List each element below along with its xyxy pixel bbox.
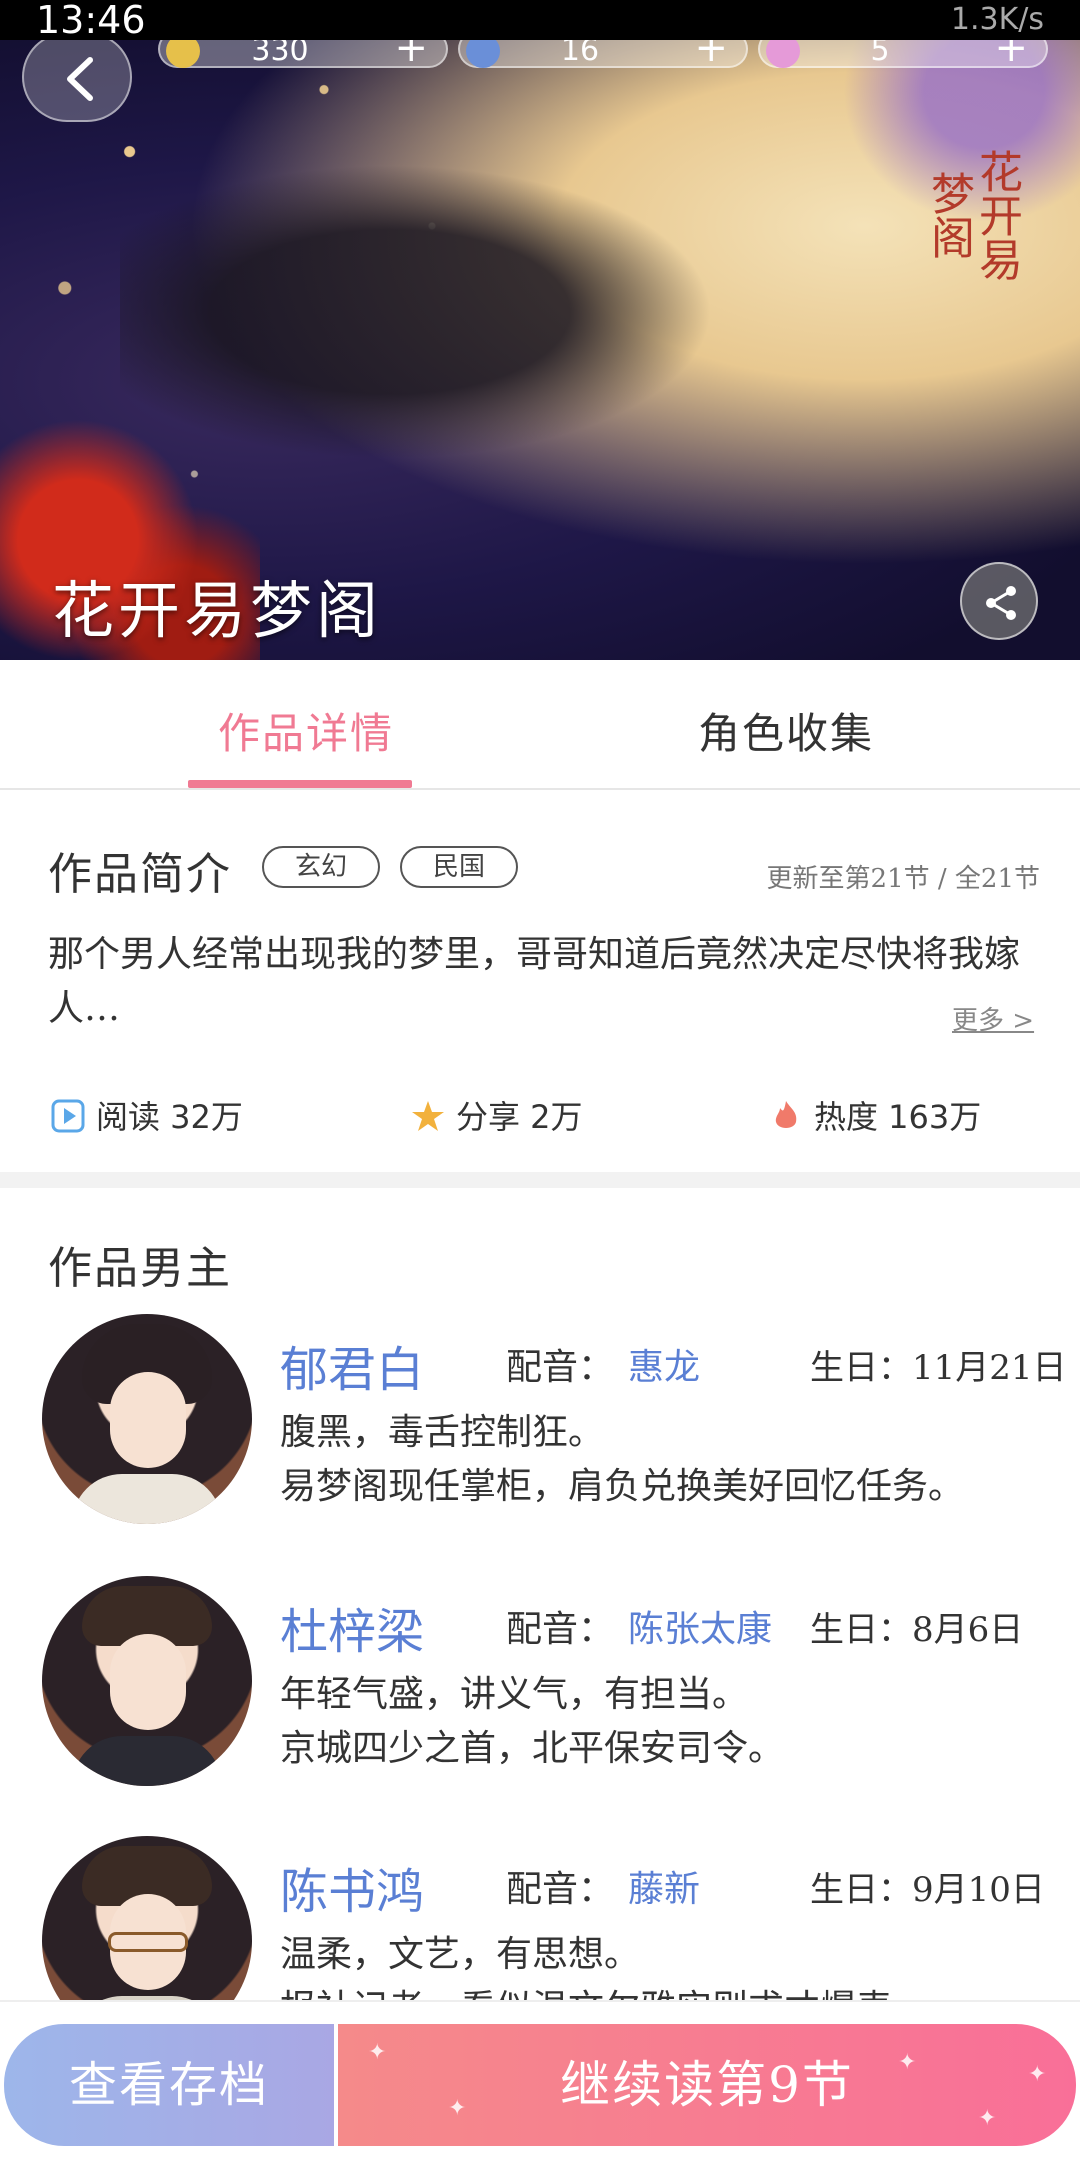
share-icon xyxy=(986,586,1016,620)
male-leads-heading: 作品男主 xyxy=(48,1243,232,1294)
continue-reading-label: 继续读第9节 xyxy=(560,2056,854,2114)
character-avatar[interactable] xyxy=(42,1836,252,2000)
tab-character-collection[interactable]: 角色收集 xyxy=(698,700,874,761)
intro-heading: 作品简介 xyxy=(48,849,232,900)
continue-reading-button[interactable]: ✦ ✦ ✦ ✦ ✦ 继续读第9节 xyxy=(338,2024,1076,2146)
description-line: 温柔，文艺，有思想。 xyxy=(280,1934,641,1975)
back-button[interactable] xyxy=(22,32,132,122)
bottom-action-bar: 查看存档 ✦ ✦ ✦ ✦ ✦ 继续读第9节 xyxy=(0,2000,1080,2160)
glasses-detail xyxy=(108,1932,188,1952)
character-description: 腹黑，毒舌控制狂。 易梦阁现任掌柜，肩负兑换美好回忆任务。 xyxy=(280,1406,1060,1514)
play-icon xyxy=(51,1099,85,1133)
description-line: 报社记者，看似温文尔雅实则求才爆表 xyxy=(280,1982,1060,2000)
character-card[interactable]: 陈书鸿 配音： 藤新 生日：9月10日 温柔，文艺，有思想。 报社记者，看似温文… xyxy=(0,1836,1080,2000)
description-line: 年轻气盛，讲义气，有担当。 xyxy=(280,1674,749,1715)
sparkle-icon: ✦ xyxy=(368,2040,389,2065)
voice-actor-label: 配音： xyxy=(506,1347,615,1388)
section-divider xyxy=(0,1172,1080,1188)
status-bar: 13:46 1.3K/s xyxy=(0,0,1080,42)
character-name: 郁君白 xyxy=(280,1342,425,1398)
sparkle-icon: ✦ xyxy=(448,2096,469,2121)
character-avatar[interactable] xyxy=(42,1314,252,1524)
sparkle-icon: ✦ xyxy=(1028,2062,1049,2087)
tab-bar: 作品详情 角色收集 xyxy=(0,660,1080,790)
description-line: 京城四少之首，北平保安司令。 xyxy=(280,1728,785,1769)
voice-actor-label: 配音： xyxy=(506,1609,615,1650)
intro-text: 那个男人经常出现我的梦里，哥哥知道后竟然决定尽快将我嫁人… xyxy=(48,934,1021,1029)
active-tab-indicator xyxy=(188,780,412,788)
voice-actor: 陈张太康 xyxy=(628,1609,773,1650)
voice-actor: 惠龙 xyxy=(628,1347,701,1388)
stat-share-label: 分享 2万 xyxy=(456,1098,583,1136)
view-saves-button[interactable]: 查看存档 xyxy=(4,2024,334,2146)
character-birthday: 生日：9月10日 xyxy=(810,1870,1045,1910)
star-icon xyxy=(412,1101,444,1131)
update-progress: 更新至第21节 / 全21节 xyxy=(766,864,1040,894)
stat-share: 分享 2万 xyxy=(410,1092,583,1138)
voice-actor-label: 配音： xyxy=(506,1869,615,1910)
character-birthday: 生日：8月6日 xyxy=(810,1610,1024,1650)
status-network: 1.3K/s xyxy=(950,2,1044,37)
character-name: 杜梓梁 xyxy=(280,1604,425,1660)
story-title: 花开易梦阁 xyxy=(52,574,383,647)
tab-story-details[interactable]: 作品详情 xyxy=(218,700,394,761)
flame-icon xyxy=(775,1101,797,1128)
story-logo: 花开易梦阁 xyxy=(923,149,1022,281)
genre-tag: 民国 xyxy=(400,846,518,888)
more-link[interactable]: 更多 > xyxy=(952,1000,1034,1037)
character-birthday: 生日：11月21日 xyxy=(810,1348,1067,1388)
sparkle-icon: ✦ xyxy=(978,2106,999,2131)
voice-actor: 藤新 xyxy=(628,1869,701,1910)
character-card[interactable]: 郁君白 配音： 惠龙 生日：11月21日 腹黑，毒舌控制狂。 易梦阁现任掌柜，肩… xyxy=(0,1314,1080,1564)
chevron-left-icon xyxy=(67,57,93,101)
status-time: 13:46 xyxy=(36,0,146,42)
character-card[interactable]: 杜梓梁 配音： 陈张太康 生日：8月6日 年轻气盛，讲义气，有担当。 京城四少之… xyxy=(0,1576,1080,1826)
character-name: 陈书鸿 xyxy=(280,1864,425,1920)
character-description: 年轻气盛，讲义气，有担当。 京城四少之首，北平保安司令。 xyxy=(280,1668,1060,1776)
stat-heat: 热度 163万 xyxy=(768,1092,981,1138)
character-description: 温柔，文艺，有思想。 报社记者，看似温文尔雅实则求才爆表 xyxy=(280,1928,1060,2000)
character-avatar[interactable] xyxy=(42,1576,252,1786)
description-line: 易梦阁现任掌柜，肩负兑换美好回忆任务。 xyxy=(280,1466,965,1507)
stat-read-label: 阅读 32万 xyxy=(96,1098,243,1136)
genre-tag: 玄幻 xyxy=(262,846,380,888)
description-line: 腹黑，毒舌控制狂。 xyxy=(280,1412,605,1453)
stat-read: 阅读 32万 xyxy=(50,1092,243,1138)
share-button[interactable] xyxy=(960,562,1038,640)
sparkle-icon: ✦ xyxy=(898,2050,919,2075)
stat-heat-label: 热度 163万 xyxy=(814,1098,982,1136)
